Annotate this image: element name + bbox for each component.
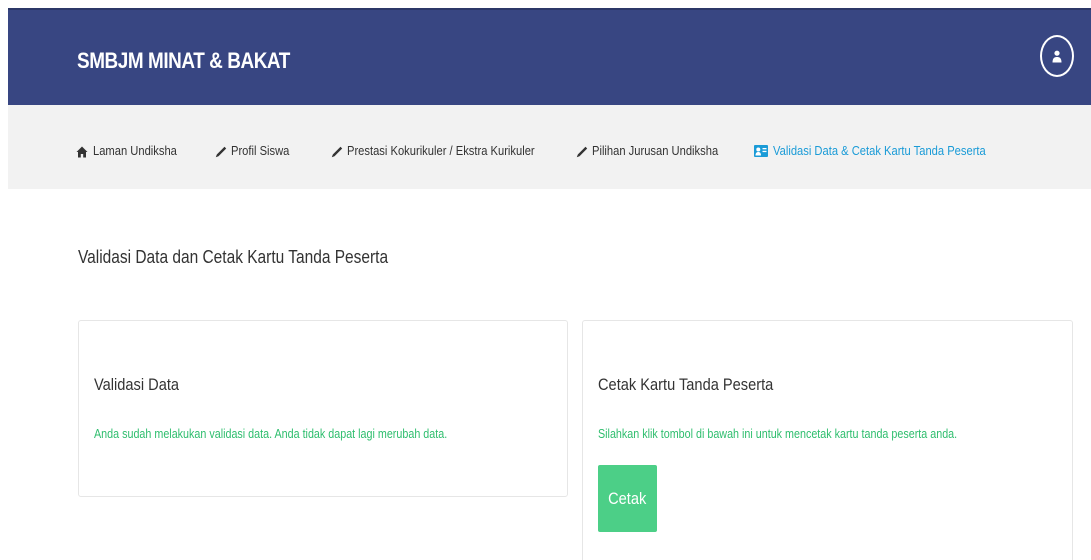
validation-status-message: Anda sudah melakukan validasi data. Anda…: [94, 427, 448, 441]
nav-item-profil-siswa[interactable]: Profil Siswa: [214, 143, 299, 158]
nav-item-pilihan-jurusan[interactable]: Pilihan Jurusan Undiksha: [575, 143, 739, 158]
cetak-kartu-card: Cetak Kartu Tanda Peserta Silahkan klik …: [582, 320, 1073, 560]
id-card-icon: [754, 144, 770, 158]
card-title: Cetak Kartu Tanda Peserta: [598, 375, 774, 394]
cetak-button-label: Cetak: [608, 488, 647, 508]
top-header: SMBJM MINAT & BAKAT: [8, 8, 1091, 105]
main-nav: Laman Undiksha Profil Siswa Prestasi Kok…: [8, 105, 1091, 189]
nav-label: Laman Undiksha: [93, 143, 177, 158]
nav-item-validasi-cetak[interactable]: Validasi Data & Cetak Kartu Tanda Pesert…: [754, 143, 1020, 158]
home-icon: [76, 144, 90, 158]
card-title: Validasi Data: [94, 375, 180, 394]
validasi-data-card: Validasi Data Anda sudah melakukan valid…: [78, 320, 568, 497]
pencil-icon: [214, 144, 228, 158]
page-title: Validasi Data dan Cetak Kartu Tanda Pese…: [78, 247, 389, 267]
nav-label: Profil Siswa: [231, 143, 290, 158]
pencil-icon: [575, 144, 589, 158]
user-circle-icon: [1052, 50, 1062, 63]
nav-label: Prestasi Kokurikuler / Ekstra Kurikuler: [347, 143, 535, 158]
user-menu-button[interactable]: [1040, 35, 1074, 77]
print-instruction-message: Silahkan klik tombol di bawah ini untuk …: [598, 427, 958, 441]
nav-label: Validasi Data & Cetak Kartu Tanda Pesert…: [773, 143, 986, 158]
nav-item-prestasi[interactable]: Prestasi Kokurikuler / Ekstra Kurikuler: [330, 143, 565, 158]
pencil-icon: [330, 144, 344, 158]
brand-title[interactable]: SMBJM MINAT & BAKAT: [77, 48, 290, 74]
nav-label: Pilihan Jurusan Undiksha: [592, 143, 719, 158]
nav-item-laman-undiksha[interactable]: Laman Undiksha: [76, 143, 191, 158]
cetak-button[interactable]: Cetak: [598, 465, 657, 532]
